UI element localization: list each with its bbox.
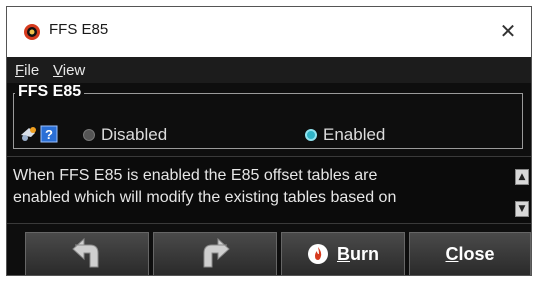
menu-file-rest: ile	[24, 62, 40, 79]
burn-label: Burn	[337, 244, 379, 265]
redo-arrow-icon	[203, 237, 230, 268]
menu-file-accel: F	[15, 62, 25, 79]
undo-arrow-icon	[72, 237, 99, 268]
burn-accel: B	[337, 243, 350, 264]
close-label-rest: lose	[458, 243, 495, 264]
window-title: FFS E85	[49, 21, 109, 38]
undo-button[interactable]	[25, 232, 149, 275]
description-text: When FFS E85 is enabled the E85 offset t…	[13, 165, 493, 209]
radio-enabled-label: Enabled	[323, 125, 386, 144]
groupbox-title: FFS E85	[15, 83, 85, 101]
menu-view-rest: iew	[62, 62, 86, 79]
menu-file[interactable]: File	[15, 62, 39, 79]
close-accel: C	[445, 243, 459, 264]
radio-enabled[interactable]: Enabled	[305, 125, 385, 145]
ffs-e85-window: FFS E85 ✕ File View FFS E85 ? Disabled E…	[6, 6, 532, 276]
burn-label-rest: urn	[350, 243, 379, 264]
menu-bar: File View	[7, 57, 531, 83]
close-label: Close	[445, 244, 494, 265]
menu-view[interactable]: View	[53, 62, 85, 79]
svg-text:?: ?	[45, 127, 53, 142]
scroll-down-icon[interactable]: ▼	[515, 201, 529, 217]
description-textbox[interactable]: When FFS E85 is enabled the E85 offset t…	[7, 156, 531, 224]
radio-disabled[interactable]: Disabled	[83, 125, 167, 145]
redo-button[interactable]	[153, 232, 277, 275]
window-close-button[interactable]: ✕	[491, 15, 525, 47]
help-icon[interactable]: ?	[19, 125, 61, 143]
burn-button[interactable]: Burn	[281, 232, 405, 275]
close-button[interactable]: Close	[409, 232, 531, 275]
radio-enabled-indicator	[305, 129, 317, 141]
scroll-up-icon[interactable]: ▲	[515, 169, 529, 185]
bottom-toolbar: Burn Close	[7, 229, 531, 275]
description-line-2: enabled which will modify the existing t…	[13, 189, 397, 206]
app-logo-icon	[24, 24, 40, 40]
description-scrollbar[interactable]: ▲ ▼	[515, 169, 529, 219]
menu-view-accel: V	[53, 62, 63, 79]
radio-disabled-indicator	[83, 129, 95, 141]
flame-icon	[308, 244, 328, 264]
radio-disabled-label: Disabled	[101, 125, 168, 144]
title-bar[interactable]: FFS E85 ✕	[7, 7, 531, 57]
description-line-1: When FFS E85 is enabled the E85 offset t…	[13, 167, 378, 184]
